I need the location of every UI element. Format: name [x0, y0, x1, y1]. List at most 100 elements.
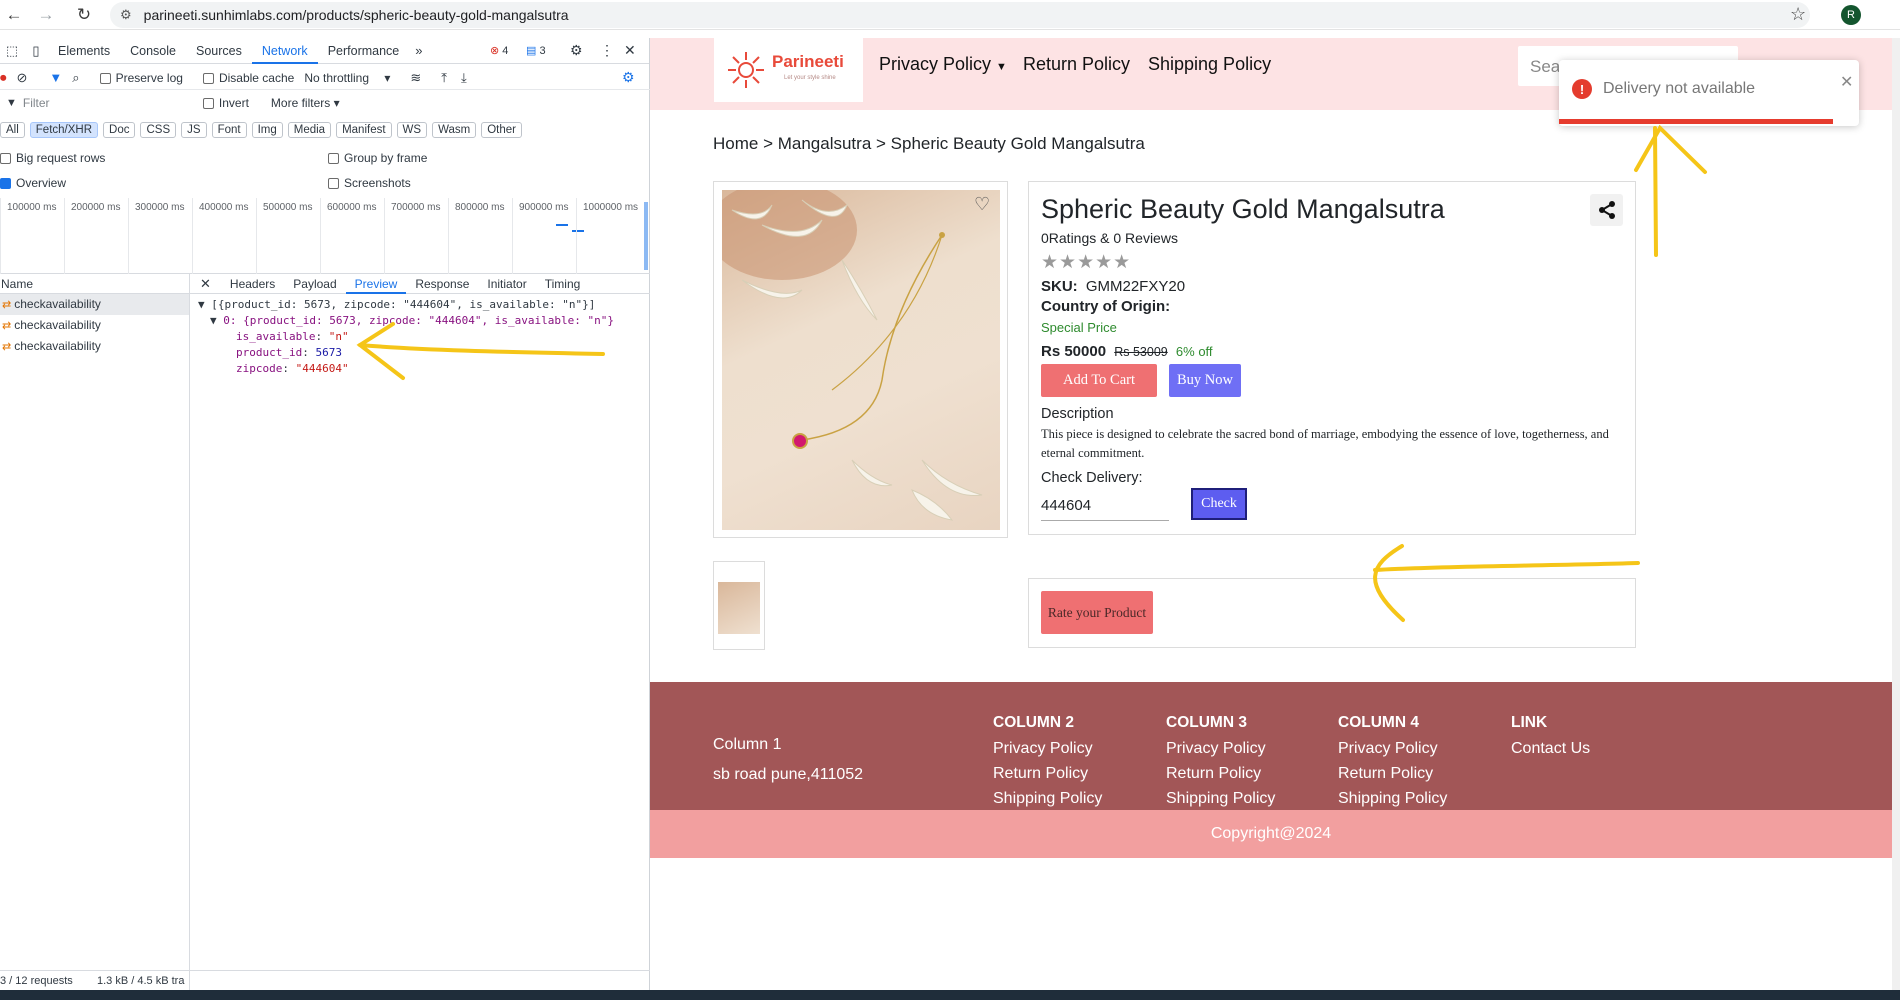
request-row[interactable]: ⇄ checkavailability [0, 315, 189, 336]
footer-link-return[interactable]: Return Policy [1338, 765, 1447, 783]
device-toolbar-icon[interactable]: ▯ [24, 43, 48, 59]
footer-link-shipping[interactable]: Shipping Policy [1338, 790, 1447, 808]
tab-timing[interactable]: Timing [536, 274, 590, 294]
tab-network[interactable]: Network [251, 38, 318, 64]
invert-checkbox[interactable]: Invert [202, 96, 249, 110]
nav-return-policy[interactable]: Return Policy [1023, 54, 1130, 75]
tab-preview[interactable]: Preview [345, 274, 407, 294]
expand-triangle-icon[interactable]: ▼ [198, 298, 211, 311]
preview-object-line[interactable]: ▼ 0: {product_id: 5673, zipcode: "444604… [210, 313, 614, 329]
screenshots-checkbox[interactable]: Screenshots [328, 176, 411, 190]
filter-funnel-icon[interactable]: ▼ [49, 70, 62, 85]
network-settings-icon[interactable]: ⚙ [622, 69, 635, 86]
tab-console[interactable]: Console [120, 38, 186, 64]
wifi-conditions-icon[interactable]: ≋ [410, 70, 421, 86]
tab-response[interactable]: Response [406, 274, 478, 294]
inspect-icon[interactable]: ⬚ [0, 43, 24, 59]
nav-privacy-policy[interactable]: Privacy Policy ▼ [879, 54, 1007, 75]
check-delivery-button[interactable]: Check [1191, 488, 1247, 520]
footer-link-privacy[interactable]: Privacy Policy [993, 740, 1102, 758]
timeline-overview[interactable]: 100000 ms 200000 ms 300000 ms 400000 ms 5000… [0, 198, 650, 274]
footer-link-privacy[interactable]: Privacy Policy [1338, 740, 1447, 758]
wishlist-heart-icon[interactable]: ♡ [974, 194, 990, 215]
breadcrumb[interactable]: Home > Mangalsutra > Spheric Beauty Gold… [713, 134, 1145, 154]
close-detail-icon[interactable]: ✕ [190, 276, 221, 292]
footer-link-return[interactable]: Return Policy [1166, 765, 1275, 783]
group-by-frame-checkbox[interactable]: Group by frame [328, 151, 427, 165]
site-info-icon[interactable]: ⚙ [120, 7, 132, 23]
footer-contact-us[interactable]: Contact Us [1511, 740, 1590, 758]
address-bar[interactable]: ⚙ parineeti.sunhimlabs.com/products/sphe… [110, 2, 1810, 28]
bookmark-star-icon[interactable]: ☆ [1790, 4, 1806, 25]
close-devtools-icon[interactable]: ✕ [624, 42, 636, 59]
more-filters-dropdown[interactable]: More filters ▾ [271, 96, 340, 110]
toast-close-icon[interactable]: ✕ [1840, 72, 1853, 92]
tab-initiator[interactable]: Initiator [478, 274, 535, 294]
footer-link-shipping[interactable]: Shipping Policy [993, 790, 1102, 808]
export-har-icon[interactable]: ⤓ [461, 70, 467, 86]
kebab-menu-icon[interactable]: ⋮ [600, 42, 614, 59]
buy-now-button[interactable]: Buy Now [1169, 364, 1241, 397]
product-photo[interactable] [722, 190, 1000, 530]
type-filter-fetchxhr[interactable]: Fetch/XHR [29, 122, 99, 138]
type-filter-ws[interactable]: WS [396, 122, 428, 138]
import-har-icon[interactable]: ⤒ [441, 70, 447, 86]
request-row[interactable]: ⇄ checkavailability [0, 294, 189, 315]
footer-link-shipping[interactable]: Shipping Policy [1166, 790, 1275, 808]
back-icon[interactable]: ← [0, 1, 28, 29]
type-filter-wasm[interactable]: Wasm [432, 122, 477, 138]
nav-shipping-policy[interactable]: Shipping Policy [1148, 54, 1271, 75]
filter-input[interactable]: Filter [23, 96, 193, 110]
search-icon[interactable]: ⌕ [72, 70, 79, 86]
add-to-cart-button[interactable]: Add To Cart [1041, 364, 1157, 397]
message-badge[interactable]: ▤ 3 [526, 44, 546, 57]
page-scrollbar[interactable] [1892, 38, 1900, 990]
type-filter-doc[interactable]: Doc [103, 122, 136, 138]
forward-icon[interactable]: → [32, 1, 60, 29]
tab-headers[interactable]: Headers [221, 274, 284, 294]
request-row[interactable]: ⇄ checkavailability [0, 336, 189, 357]
expand-triangle-icon[interactable]: ▼ [210, 314, 223, 327]
preview-is-available: is_available: "n" [236, 330, 349, 343]
preview-array-line[interactable]: ▼ [{product_id: 5673, zipcode: "444604",… [198, 297, 595, 313]
record-stop-icon[interactable]: ⏺ [0, 70, 7, 86]
type-filter-js[interactable]: JS [181, 122, 207, 138]
footer-link-return[interactable]: Return Policy [993, 765, 1102, 783]
type-filter-font[interactable]: Font [211, 122, 247, 138]
rate-product-button[interactable]: Rate your Product [1041, 591, 1153, 634]
footer-col4-title: COLUMN 4 [1338, 714, 1419, 731]
name-column-header[interactable]: Name [0, 274, 189, 294]
share-icon[interactable] [1590, 194, 1623, 226]
rating-stars[interactable]: ★★★★★ [1041, 251, 1131, 274]
footer-column-1: Column 1 sb road pune,411052 [713, 736, 863, 791]
type-filter-css[interactable]: CSS [140, 122, 177, 138]
tab-performance[interactable]: Performance [318, 38, 410, 64]
options-row-2: Overview Screenshots [0, 174, 650, 192]
tab-payload[interactable]: Payload [284, 274, 345, 294]
reload-icon[interactable]: ↻ [70, 1, 98, 29]
disable-cache-checkbox[interactable]: Disable cache [202, 71, 294, 85]
big-request-rows-checkbox[interactable]: Big request rows [0, 151, 105, 165]
overview-checkbox[interactable]: Overview [0, 176, 66, 190]
preserve-log-checkbox[interactable]: Preserve log [99, 71, 183, 85]
type-filter-other[interactable]: Other [481, 122, 522, 138]
timeline-tick-label: 400000 ms [192, 198, 248, 274]
error-badge[interactable]: ⊗ 4 [490, 44, 508, 57]
type-filter-all[interactable]: All [0, 122, 25, 138]
type-filter-manifest[interactable]: Manifest [336, 122, 392, 138]
more-tabs-icon[interactable]: » [409, 43, 428, 58]
type-filter-media[interactable]: Media [287, 122, 332, 138]
website-viewport: Parineeti Let your style shine Privacy Po… [650, 38, 1892, 990]
footer-link-privacy[interactable]: Privacy Policy [1166, 740, 1275, 758]
product-thumbnail[interactable] [713, 561, 765, 650]
site-logo[interactable]: Parineeti Let your style shine [714, 38, 863, 102]
type-filter-img[interactable]: Img [251, 122, 283, 138]
throttling-select[interactable]: No throttling ▾ [304, 71, 390, 85]
tab-sources[interactable]: Sources [186, 38, 252, 64]
settings-gear-icon[interactable]: ⚙ [570, 42, 583, 59]
clear-icon[interactable]: ⊘ [17, 70, 28, 86]
tab-elements[interactable]: Elements [48, 38, 120, 64]
timeline-selection-handle[interactable] [644, 202, 648, 270]
profile-avatar[interactable]: R [1841, 5, 1861, 25]
pincode-input[interactable]: 444604 [1041, 491, 1169, 521]
